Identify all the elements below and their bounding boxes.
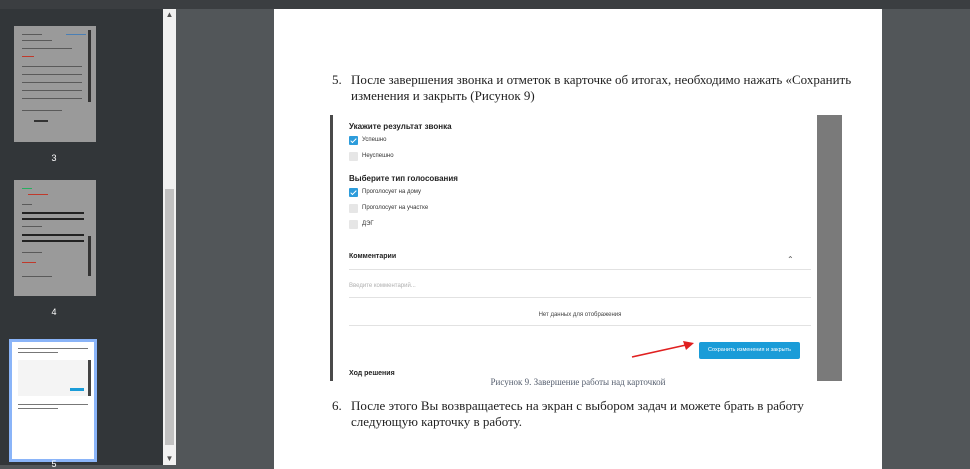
scrollbar-thumb[interactable]	[165, 189, 174, 445]
scroll-down-icon[interactable]: ▼	[163, 453, 176, 465]
vote-type-heading: Выберите тип голосования	[349, 174, 458, 183]
checkbox-success[interactable]	[349, 136, 358, 145]
no-data-message: Нет данных для отображения	[538, 312, 622, 318]
thumbnail-page-3[interactable]	[14, 26, 96, 142]
red-arrow-icon	[631, 341, 694, 358]
step-6-number: 6.	[332, 398, 342, 413]
checkbox-vote-deg[interactable]	[349, 220, 358, 229]
save-and-close-button[interactable]: Сохранить изменения и закрыть	[699, 342, 800, 359]
checkbox-vote-station-label: Проголосует на участке	[362, 205, 429, 211]
step-5-line-2: изменения и закрыть (Рисунок 9)	[351, 88, 535, 103]
comment-input[interactable]: Введите комментарий...	[349, 283, 416, 289]
comment-input-divider	[349, 297, 811, 298]
chevron-up-icon[interactable]: ⌃	[787, 255, 794, 264]
document-page: 5. После завершения звонка и отметок в к…	[274, 9, 882, 469]
figure-9-screenshot: Укажите результат звонка Успешно Неуспеш…	[330, 115, 842, 381]
checkbox-unsuccessful-label: Неуспешно	[362, 153, 394, 159]
thumbnail-page-5-number: 5	[51, 459, 57, 469]
thumbnail-page-3-number: 3	[51, 153, 57, 163]
checkbox-vote-home[interactable]	[349, 188, 358, 197]
thumbnail-page-4-number: 4	[51, 307, 57, 317]
checkbox-vote-station[interactable]	[349, 204, 358, 213]
thumbnail-page-4[interactable]	[14, 180, 96, 296]
call-result-heading: Укажите результат звонка	[349, 122, 452, 131]
checkbox-success-label: Успешно	[362, 137, 387, 143]
checkbox-unsuccessful[interactable]	[349, 152, 358, 161]
scroll-up-icon[interactable]: ▲	[163, 9, 176, 21]
sidebar-scrollbar[interactable]: ▲ ▼	[163, 9, 176, 465]
no-data-divider	[349, 325, 811, 326]
thumbnail-page-5[interactable]	[9, 339, 97, 462]
decision-heading: Ход решения	[349, 370, 395, 377]
step-5-number: 5.	[332, 72, 342, 87]
top-toolbar	[0, 0, 970, 9]
checkbox-vote-home-label: Проголосует на дому	[362, 189, 421, 195]
thumbnail-sidebar: 3 4 5	[0, 9, 176, 469]
comments-divider	[349, 269, 811, 270]
step-6-line-1: После этого Вы возвращаетесь на экран с …	[351, 398, 804, 413]
comments-heading: Комментарии	[349, 253, 397, 260]
step-5-line-1: После завершения звонка и отметок в карт…	[351, 72, 852, 87]
checkbox-vote-deg-label: ДЭГ	[362, 221, 374, 227]
figure-9-caption: Рисунок 9. Завершение работы над карточк…	[490, 377, 666, 387]
step-6-line-2: следующую карточку в работу.	[351, 414, 523, 429]
screenshot-side-panel	[817, 115, 842, 381]
